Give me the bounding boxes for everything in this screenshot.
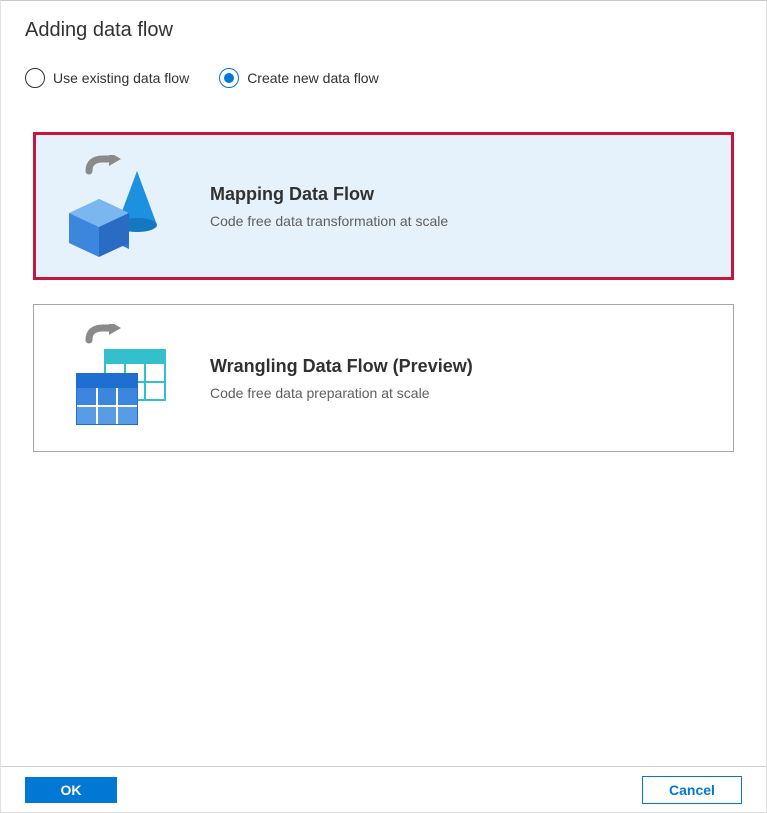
card-title: Mapping Data Flow (210, 184, 448, 205)
cancel-button[interactable]: Cancel (642, 776, 742, 804)
radio-circle-icon (25, 68, 45, 88)
radio-label: Use existing data flow (53, 70, 189, 86)
card-description: Code free data preparation at scale (210, 385, 473, 401)
ok-button[interactable]: OK (25, 777, 117, 803)
mapping-data-flow-icon (60, 151, 180, 261)
card-wrangling-data-flow[interactable]: Wrangling Data Flow (Preview) Code free … (33, 304, 734, 452)
card-text: Mapping Data Flow Code free data transfo… (210, 184, 448, 229)
radio-group: Use existing data flow Create new data f… (25, 68, 742, 88)
card-text: Wrangling Data Flow (Preview) Code free … (210, 356, 473, 401)
radio-circle-icon (219, 68, 239, 88)
dialog-footer: OK Cancel (1, 766, 766, 812)
radio-dot-icon (224, 73, 234, 83)
card-title: Wrangling Data Flow (Preview) (210, 356, 473, 377)
card-description: Code free data transformation at scale (210, 213, 448, 229)
radio-label: Create new data flow (247, 70, 379, 86)
card-mapping-data-flow[interactable]: Mapping Data Flow Code free data transfo… (33, 132, 734, 280)
radio-use-existing[interactable]: Use existing data flow (25, 68, 189, 88)
dialog-title: Adding data flow (25, 19, 742, 42)
radio-create-new[interactable]: Create new data flow (219, 68, 379, 88)
dialog-body: Adding data flow Use existing data flow … (1, 1, 766, 452)
card-list: Mapping Data Flow Code free data transfo… (25, 132, 742, 452)
wrangling-data-flow-icon (60, 323, 180, 433)
